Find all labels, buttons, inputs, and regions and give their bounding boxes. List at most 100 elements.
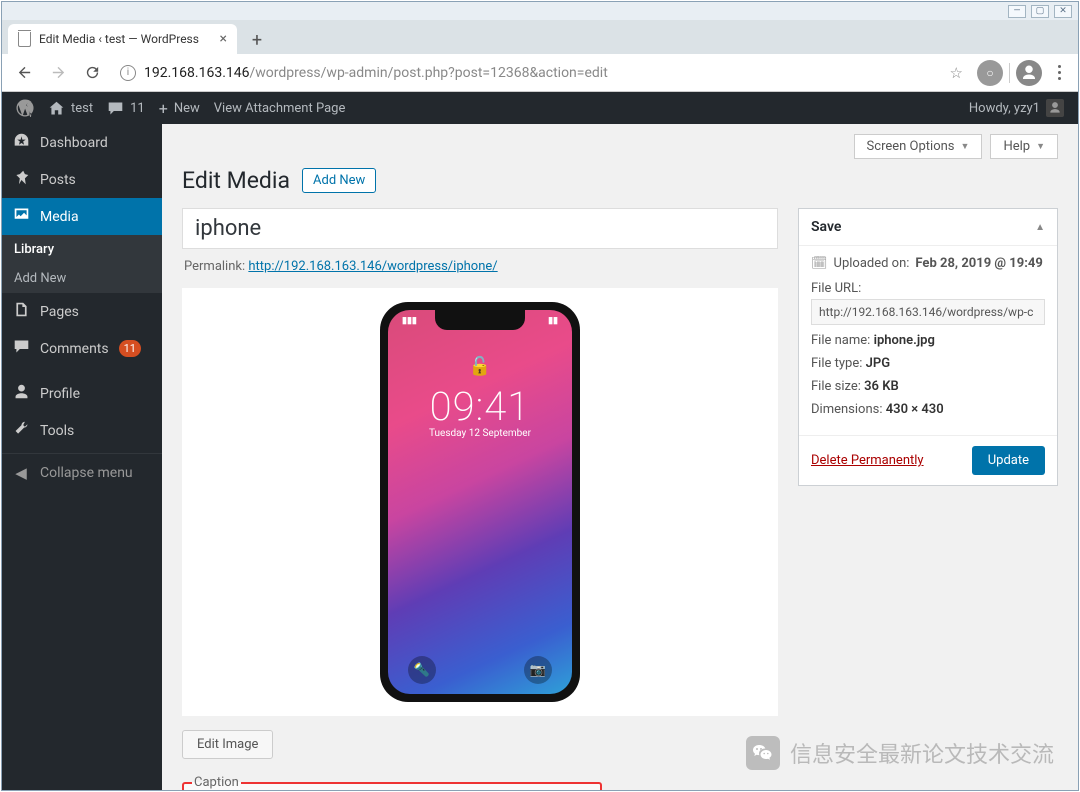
lock-icon: 🔓 — [469, 356, 491, 377]
caption-fieldset: Caption — [182, 775, 602, 790]
browser-profile-button[interactable] — [1016, 60, 1042, 86]
help-button[interactable]: Help▼ — [990, 134, 1058, 159]
window-close[interactable]: ✕ — [1054, 5, 1072, 18]
adminbar-howdy: Howdy, yzy1 — [969, 101, 1040, 116]
extension-icon[interactable]: ○ — [977, 60, 1003, 86]
screen-options-button[interactable]: Screen Options▼ — [854, 134, 983, 159]
adminbar-account[interactable]: Howdy, yzy1 — [969, 99, 1064, 117]
window-maximize[interactable]: ▢ — [1031, 5, 1049, 18]
sidebar-item-posts[interactable]: Posts — [2, 161, 162, 198]
file-url-field[interactable] — [811, 299, 1045, 325]
sidebar-item-tools[interactable]: Tools — [2, 412, 162, 449]
delete-permanently-link[interactable]: Delete Permanently — [811, 453, 924, 468]
reload-icon — [84, 64, 101, 81]
wp-adminbar: test 11 + New View Attachment Page Howdy… — [2, 92, 1078, 124]
collapse-icon: ◀ — [12, 464, 30, 482]
tab-close-icon[interactable]: × — [219, 31, 226, 47]
browser-tab[interactable]: Edit Media ‹ test — WordPress × — [8, 24, 237, 54]
adminbar-site-link[interactable]: test — [48, 100, 93, 117]
wechat-icon — [746, 736, 780, 770]
chevron-down-icon: ▼ — [961, 141, 970, 152]
sidebar-label: Pages — [40, 304, 79, 320]
comments-icon — [12, 338, 30, 359]
permalink-label: Permalink: — [184, 259, 245, 274]
wp-content-area: Screen Options▼ Help▼ Edit Media Add New… — [162, 124, 1078, 790]
adminbar-view-label: View Attachment Page — [214, 101, 346, 116]
sidebar-item-pages[interactable]: Pages — [2, 293, 162, 330]
sidebar-label: Tools — [40, 423, 74, 439]
watermark-text: 信息安全最新论文技术交流 — [790, 737, 1054, 769]
pin-icon — [12, 169, 30, 190]
sidebar-label: Profile — [40, 386, 80, 402]
sidebar-label: Dashboard — [40, 135, 108, 151]
sidebar-item-dashboard[interactable]: Dashboard — [2, 124, 162, 161]
watermark: 信息安全最新论文技术交流 — [746, 736, 1054, 770]
save-postbox-header[interactable]: Save ▲ — [799, 209, 1057, 246]
browser-tab-strip: Edit Media ‹ test — WordPress × + — [2, 20, 1078, 54]
nav-back-button[interactable] — [10, 59, 38, 87]
pages-icon — [12, 301, 30, 322]
sidebar-collapse-label: Collapse menu — [40, 465, 133, 481]
title-input[interactable] — [182, 208, 778, 249]
sidebar-label: Comments — [40, 341, 109, 357]
chevron-down-icon: ▼ — [1036, 141, 1045, 152]
add-new-button[interactable]: Add New — [302, 168, 376, 193]
wp-logo[interactable] — [16, 99, 34, 117]
sidebar-label: Posts — [40, 172, 76, 188]
update-button[interactable]: Update — [972, 446, 1045, 475]
new-tab-button[interactable]: + — [243, 26, 271, 54]
uploaded-label: Uploaded on: — [834, 256, 910, 271]
comments-badge: 11 — [119, 340, 141, 357]
sidebar-item-comments[interactable]: Comments 11 — [2, 330, 162, 367]
browser-address-bar: i 192.168.163.146/wordpress/wp-admin/pos… — [2, 54, 1078, 92]
page-favicon-icon — [18, 32, 31, 47]
dashboard-icon — [12, 132, 30, 153]
adminbar-comments-count: 11 — [130, 101, 145, 116]
camera-icon: 📷 — [524, 656, 552, 684]
bookmark-star-icon[interactable]: ☆ — [950, 64, 963, 82]
media-icon — [12, 206, 30, 227]
caption-label: Caption — [192, 775, 241, 790]
edit-image-button[interactable]: Edit Image — [182, 730, 273, 759]
sidebar-sub-addnew[interactable]: Add New — [2, 264, 162, 293]
avatar-icon — [1046, 99, 1064, 117]
permalink-link[interactable]: http://192.168.163.146/wordpress/iphone/ — [248, 259, 497, 274]
toolbar-divider — [1009, 63, 1010, 83]
site-info-icon[interactable]: i — [120, 65, 136, 81]
window-minimize[interactable]: — — [1008, 5, 1026, 18]
browser-menu-button[interactable] — [1048, 65, 1070, 80]
chevron-up-icon: ▲ — [1035, 222, 1045, 233]
adminbar-view-page[interactable]: View Attachment Page — [214, 101, 346, 116]
sidebar-sub-library[interactable]: Library — [2, 235, 162, 264]
url-field[interactable]: i 192.168.163.146/wordpress/wp-admin/pos… — [112, 58, 944, 88]
adminbar-site-name: test — [71, 101, 93, 116]
url-text: 192.168.163.146/wordpress/wp-admin/post.… — [144, 65, 608, 81]
nav-forward-button[interactable] — [44, 59, 72, 87]
reload-button[interactable] — [78, 59, 106, 87]
sidebar-collapse[interactable]: ◀ Collapse menu — [2, 453, 162, 490]
tab-title: Edit Media ‹ test — WordPress — [39, 32, 199, 46]
comment-icon — [107, 100, 124, 117]
wordpress-icon — [16, 99, 34, 117]
flashlight-icon: 🔦 — [408, 656, 436, 684]
uploaded-value: Feb 28, 2019 @ 19:49 — [915, 256, 1042, 271]
sidebar-submenu-media: Library Add New — [2, 235, 162, 293]
save-postbox: Save ▲ 🗓 Uploaded on: Feb 28, 2019 @ 19:… — [798, 208, 1058, 486]
phone-time: 09:41 — [430, 383, 531, 430]
arrow-left-icon — [16, 64, 33, 81]
phone-date: Tuesday 12 September — [429, 428, 531, 439]
arrow-right-icon — [50, 64, 67, 81]
window-titlebar: — ▢ ✕ — [2, 2, 1078, 20]
home-icon — [48, 100, 65, 117]
file-url-label: File URL: — [811, 281, 861, 296]
profile-icon — [12, 383, 30, 404]
adminbar-new[interactable]: + New — [159, 99, 200, 118]
user-icon — [1020, 64, 1038, 82]
sidebar-item-media[interactable]: Media — [2, 198, 162, 235]
wp-admin-sidebar: Dashboard Posts Media Library Add New Pa… — [2, 124, 162, 790]
adminbar-new-label: New — [174, 101, 200, 116]
adminbar-comments[interactable]: 11 — [107, 100, 145, 117]
iphone-mockup: ▮▮▮▮▮ 🔓 09:41 Tuesday 12 September 🔦 📷 — [380, 302, 580, 702]
page-title: Edit Media — [182, 167, 290, 194]
sidebar-item-profile[interactable]: Profile — [2, 375, 162, 412]
